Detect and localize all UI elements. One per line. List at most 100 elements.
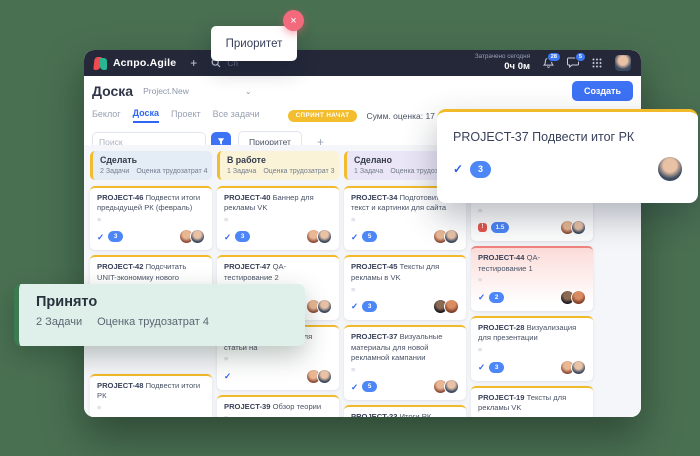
callout-estimate: Оценка трудозатрат 4 xyxy=(97,316,209,328)
avatar xyxy=(571,360,586,375)
time-value: 0ч 0м xyxy=(475,61,530,73)
description-icon: ≡ xyxy=(224,355,332,363)
task-card[interactable]: PROJECT-19 Тексты для рекламы VK ≡ ✓5 xyxy=(471,386,593,418)
create-button[interactable]: Создать xyxy=(572,81,633,101)
accepted-callout: Принято 2 Задачи Оценка трудозатрат 4 xyxy=(14,284,305,346)
avatar xyxy=(190,229,205,244)
column-count: 2 Задачи xyxy=(100,168,129,175)
task-card-highlighted[interactable]: PROJECT-44 QA-тестирование 1 ≡ ✓2 xyxy=(471,246,593,311)
description-icon: ≡ xyxy=(478,276,586,284)
points-badge: 1.5 xyxy=(491,222,509,233)
description-icon: ≡ xyxy=(224,216,332,224)
check-icon: ✓ xyxy=(351,233,358,242)
task-card[interactable]: PROJECT-48 Подвести итоги РК ≡ ✓2 xyxy=(90,374,212,417)
points-badge: 3 xyxy=(489,362,504,373)
task-card[interactable]: PROJECT-23 Итоги РК ≡ ✓5 xyxy=(344,405,466,417)
column-estimate: Оценка трудозатрат 4 xyxy=(136,168,207,175)
column-header: Сделать 2 Задачи Оценка трудозатрат 4 xyxy=(90,151,212,180)
check-icon: ✓ xyxy=(478,363,485,372)
description-icon: ≡ xyxy=(97,404,205,412)
avatar xyxy=(317,299,332,314)
description-icon: ≡ xyxy=(478,346,586,354)
task-id: PROJECT-40 xyxy=(224,193,270,202)
task-id: PROJECT-44 xyxy=(478,253,524,262)
column-count: 1 Задача xyxy=(227,168,256,175)
board-select[interactable]: Project.New ⌄ xyxy=(143,86,252,96)
avatar xyxy=(317,369,332,384)
task-card[interactable]: PROJECT-28 Визуализация для презентации … xyxy=(471,316,593,381)
task-popup[interactable]: PROJECT-37 Подвести итог РК ✓ 3 xyxy=(437,109,698,203)
page-title: Доска xyxy=(92,83,133,99)
check-icon: ✓ xyxy=(478,293,485,302)
task-card[interactable]: PROJECT-46 Подвести итоги предыдущей РК … xyxy=(90,186,212,251)
column-count: 1 Задача xyxy=(354,168,383,175)
avatar xyxy=(444,229,459,244)
points-badge: 3 xyxy=(470,161,491,178)
task-id: PROJECT-37 xyxy=(351,332,397,341)
deadline-icon: ! xyxy=(478,223,487,232)
avatar xyxy=(444,299,459,314)
tab-backlog[interactable]: Беклог xyxy=(92,109,121,122)
add-button[interactable]: + xyxy=(190,57,197,69)
check-icon: ✓ xyxy=(453,163,463,175)
avatar xyxy=(571,220,586,235)
description-icon: ≡ xyxy=(478,416,586,417)
apps-grid-icon[interactable] xyxy=(592,58,602,68)
task-card[interactable]: PROJECT-45 Тексты для рекламы в VK ≡ ✓3 xyxy=(344,255,466,320)
time-label: Затрачено сегодня xyxy=(475,53,530,61)
description-icon: ≡ xyxy=(351,286,459,294)
task-title: Итоги РК xyxy=(400,412,432,417)
check-icon: ✓ xyxy=(351,383,358,392)
board-select-value: Project.New xyxy=(143,86,189,96)
messages-badge: 5 xyxy=(575,52,586,62)
column-title: Сделать xyxy=(100,155,205,165)
close-icon[interactable]: × xyxy=(283,10,304,31)
avatar xyxy=(444,379,459,394)
task-id: PROJECT-19 xyxy=(478,393,524,402)
messages-icon[interactable]: 5 xyxy=(567,57,579,68)
app-window: Аспро.Agile + Сп Затрачено сегодня 0ч 0м… xyxy=(84,50,641,417)
task-id: PROJECT-42 xyxy=(97,262,143,271)
task-id: PROJECT-28 xyxy=(478,323,524,332)
priority-tooltip: Приоритет xyxy=(211,26,297,61)
task-card[interactable]: PROJECT-39 Обзор теории ≡ ✓3 xyxy=(217,395,339,417)
task-id: PROJECT-39 xyxy=(224,402,270,411)
points-badge: 5 xyxy=(362,381,377,392)
description-icon: ≡ xyxy=(478,207,586,215)
check-icon: ✓ xyxy=(224,372,231,381)
bell-badge: 28 xyxy=(547,52,561,62)
chevron-down-icon: ⌄ xyxy=(245,87,252,96)
task-id: PROJECT-34 xyxy=(351,193,397,202)
callout-count: 2 Задачи xyxy=(36,316,82,328)
points-badge: 3 xyxy=(235,231,250,242)
points-badge: 3 xyxy=(362,301,377,312)
tab-board[interactable]: Доска xyxy=(133,108,159,123)
task-card[interactable]: PROJECT-37 Визуальные материалы для ново… xyxy=(344,325,466,400)
avatar xyxy=(658,157,682,181)
avatar xyxy=(317,229,332,244)
task-id: PROJECT-45 xyxy=(351,262,397,271)
brand-name: Аспро.Agile xyxy=(113,57,176,69)
brand-logo-icon xyxy=(94,57,107,70)
description-icon: ≡ xyxy=(351,366,459,374)
appbar: Аспро.Agile + Сп Затрачено сегодня 0ч 0м… xyxy=(84,50,641,76)
time-tracker: Затрачено сегодня 0ч 0м xyxy=(475,53,530,73)
task-title: Обзор теории xyxy=(273,402,322,411)
check-icon: ✓ xyxy=(97,233,104,242)
task-id: PROJECT-46 xyxy=(97,193,143,202)
notifications-bell-icon[interactable]: 28 xyxy=(543,57,554,69)
popup-task-title: PROJECT-37 Подвести итог РК xyxy=(453,130,682,144)
tab-all-tasks[interactable]: Все задачи xyxy=(213,109,260,122)
user-avatar[interactable] xyxy=(615,55,631,71)
task-id: PROJECT-48 xyxy=(97,381,143,390)
points-badge: 3 xyxy=(108,231,123,242)
check-icon: ✓ xyxy=(224,233,231,242)
description-icon: ≡ xyxy=(97,216,205,224)
check-icon: ✓ xyxy=(351,302,358,311)
points-badge: 2 xyxy=(489,292,504,303)
tab-project[interactable]: Проект xyxy=(171,109,201,122)
description-icon: ≡ xyxy=(351,216,459,224)
task-card[interactable]: PROJECT-40 Баннер для рекламы VK ≡ ✓3 xyxy=(217,186,339,251)
description-icon: ≡ xyxy=(224,414,332,417)
column-estimate: Оценка трудозатрат 3 xyxy=(263,168,334,175)
